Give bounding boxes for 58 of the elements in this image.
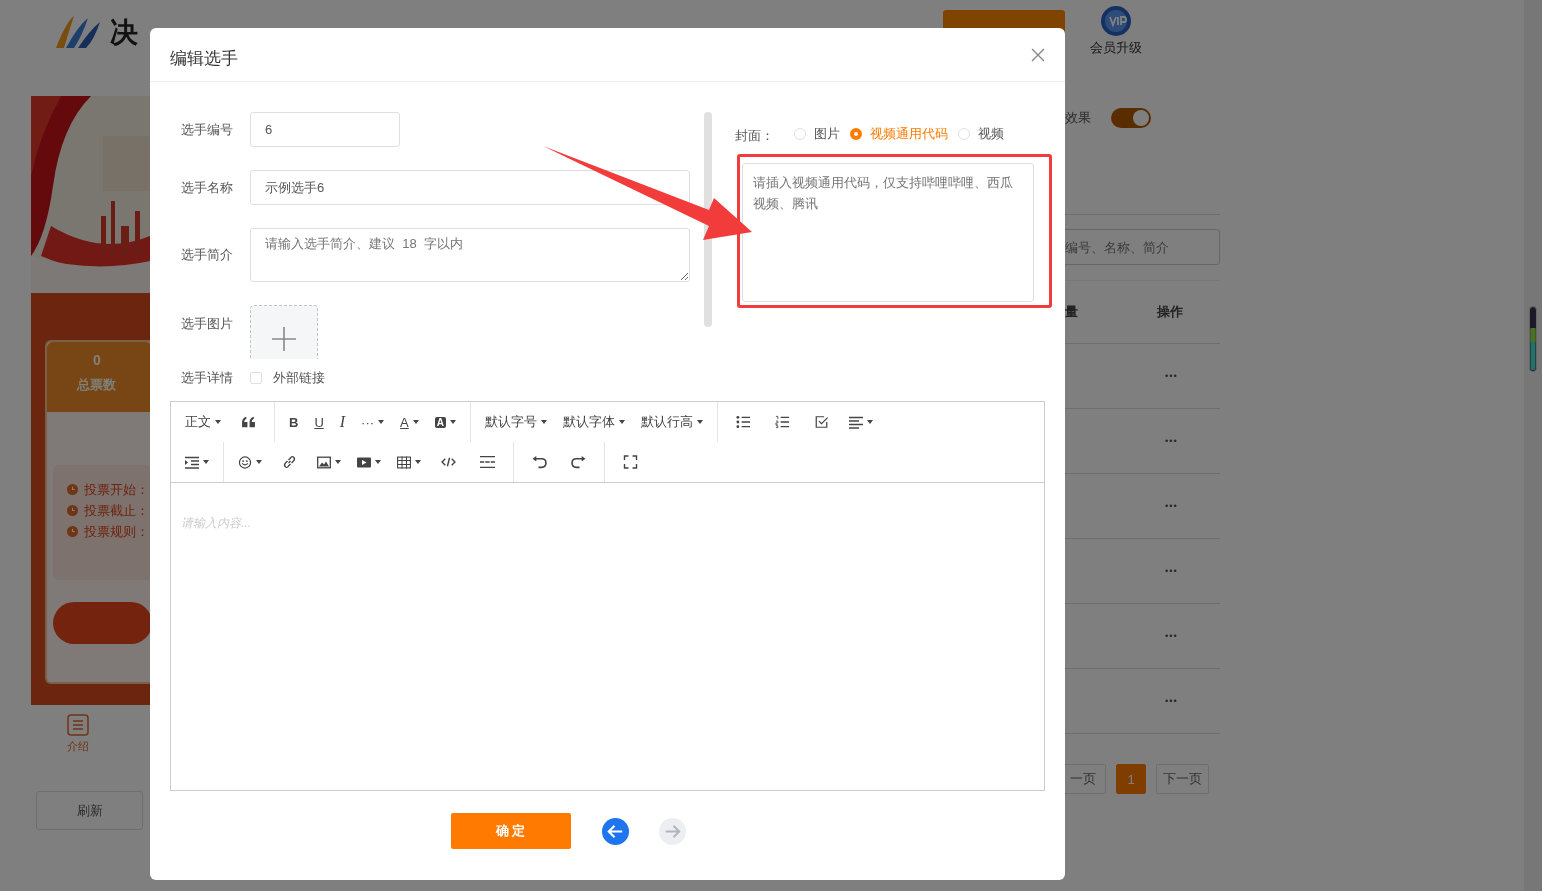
field-label: 选手详情 [181, 369, 234, 387]
more-actions[interactable]: ••• [1164, 436, 1177, 446]
more-dropdown[interactable]: ··· [355, 407, 391, 437]
refresh-button[interactable]: 刷新 [36, 791, 143, 830]
effect-toggle[interactable] [1111, 108, 1151, 128]
more-actions[interactable]: ••• [1164, 696, 1177, 706]
clock-icon [67, 526, 78, 537]
more-actions[interactable]: ••• [1164, 371, 1177, 381]
close-icon[interactable] [1031, 47, 1045, 62]
plus-icon [272, 327, 296, 351]
more-actions[interactable]: ••• [1164, 631, 1177, 641]
font-color-dropdown[interactable]: A [394, 407, 425, 437]
radio-label[interactable]: 图片 [813, 125, 840, 143]
more-actions[interactable]: ••• [1164, 501, 1177, 511]
underline-button[interactable]: U [308, 407, 330, 437]
info-label: 投票开始： [84, 480, 149, 499]
video-code-field[interactable]: 请插入视频通用代码，仅支持哔哩哔哩、西瓜视频、腾讯 [741, 163, 1034, 302]
align-icon[interactable] [849, 415, 863, 429]
name-field[interactable]: 示例选手6 [250, 170, 690, 205]
column-header: 操作 [1157, 303, 1183, 321]
clock-icon [67, 505, 78, 516]
field-label: 选手编号 [181, 120, 234, 139]
indent-icon[interactable] [185, 455, 199, 469]
emoji-icon[interactable] [238, 455, 252, 469]
effect-label: 效果 [1065, 109, 1091, 127]
field-label: 选手图片 [181, 315, 234, 333]
font-family-dropdown[interactable]: 默认字体 [557, 407, 631, 437]
field-label: 选手名称 [181, 178, 234, 197]
number-field[interactable]: 6 [250, 112, 400, 147]
radio-label[interactable]: 视频 [977, 125, 1004, 143]
font-size-dropdown[interactable]: 默认字号 [479, 407, 553, 437]
intro-field[interactable]: 请输入选手简介、建议 18 字以内 [250, 228, 690, 282]
more-actions[interactable]: ••• [1164, 566, 1177, 576]
info-label: 投票规则： [84, 522, 149, 541]
italic-button[interactable]: I [333, 407, 352, 437]
vote-button[interactable] [53, 602, 150, 644]
paragraph-dropdown[interactable]: 正文 [179, 407, 227, 437]
image-icon[interactable] [317, 455, 331, 469]
vip-label[interactable]: 会员升级 [1090, 39, 1142, 57]
column-header: 量 [1065, 303, 1078, 321]
clock-icon [67, 484, 78, 495]
total-votes-label: 总票数 [77, 376, 116, 394]
table-icon[interactable] [397, 455, 411, 469]
logo-text: 决 [110, 16, 139, 50]
bold-button[interactable]: B [283, 407, 305, 437]
checkbox[interactable] [250, 372, 262, 384]
dialog-title: 编辑选手 [170, 48, 238, 70]
gauge-icon [1529, 306, 1537, 372]
radio-button[interactable] [849, 128, 862, 140]
total-votes: 0 [93, 352, 101, 368]
background-color-dropdown[interactable]: A [428, 407, 462, 437]
video-icon[interactable] [357, 455, 371, 469]
cover-label: 封面： [734, 127, 774, 145]
checkbox-label[interactable]: 外部链接 [273, 369, 325, 387]
field-label: 选手简介 [181, 246, 234, 264]
vip-icon [1100, 5, 1132, 37]
line-height-dropdown[interactable]: 默认行高 [635, 407, 709, 437]
info-label: 投票截止： [84, 501, 149, 520]
